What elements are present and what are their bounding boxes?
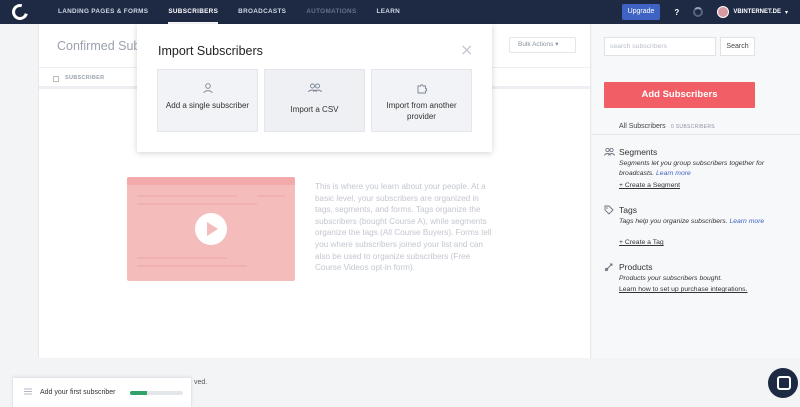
products-heading: Products bbox=[619, 262, 653, 272]
loading-spinner-icon bbox=[693, 7, 704, 17]
top-nav: LANDING PAGES & FORMS SUBSCRIBERS BROADC… bbox=[0, 0, 800, 24]
import-csv-option[interactable]: Import a CSV bbox=[264, 69, 365, 132]
purchase-integrations-link[interactable]: Learn how to set up purchase integration… bbox=[619, 286, 747, 293]
chevron-down-icon[interactable]: ▾ bbox=[785, 9, 788, 16]
sidebar: Search Add Subscribers All Subscribers 0… bbox=[592, 24, 800, 358]
segments-description: Segments let you group subscribers toget… bbox=[619, 159, 769, 179]
search-button[interactable]: Search bbox=[720, 37, 755, 56]
bulk-actions-dropdown[interactable]: Bulk Actions ▾ bbox=[509, 37, 576, 53]
segments-heading: Segments bbox=[619, 147, 658, 157]
nav-item-learn[interactable]: LEARN bbox=[377, 0, 401, 24]
option-label: Add a single subscriber bbox=[165, 101, 250, 110]
import-subscribers-modal: Import Subscribers × Add a single subscr… bbox=[137, 24, 492, 152]
add-subscribers-button[interactable]: Add Subscribers bbox=[604, 82, 755, 108]
video-thumbnail-line bbox=[137, 195, 237, 197]
tags-section: Tags Tags help you organize subscribers.… bbox=[604, 205, 784, 250]
import-from-provider-option[interactable]: Import from another provider bbox=[371, 69, 472, 132]
nav-item-subscribers[interactable]: SUBSCRIBERS bbox=[168, 0, 218, 24]
checklist-progress-bar bbox=[130, 391, 183, 395]
intro-video-thumbnail[interactable] bbox=[127, 177, 295, 281]
segments-section: Segments Segments let you group subscrib… bbox=[604, 147, 784, 192]
play-icon[interactable] bbox=[195, 213, 227, 245]
nav-item-landing-pages[interactable]: LANDING PAGES & FORMS bbox=[58, 0, 148, 24]
avatar[interactable] bbox=[717, 6, 730, 18]
option-label: Import a CSV bbox=[290, 105, 339, 114]
puzzle-icon bbox=[372, 82, 471, 97]
list-icon bbox=[24, 388, 32, 397]
tag-icon bbox=[604, 205, 614, 218]
users-icon bbox=[265, 82, 364, 97]
footer: ved. Add your first subscriber bbox=[0, 358, 800, 407]
products-description: Products your subscribers bought. bbox=[619, 275, 723, 282]
all-subscribers-row[interactable]: All Subscribers 0 SUBSCRIBERS bbox=[592, 121, 800, 135]
tags-learn-more-link[interactable]: Learn more bbox=[729, 218, 764, 225]
checklist-label: Add your first subscriber bbox=[40, 389, 116, 396]
user-icon bbox=[158, 82, 257, 97]
tags-desc-text: Tags help you organize subscribers. bbox=[619, 218, 728, 225]
logo-icon[interactable] bbox=[9, 1, 31, 23]
segments-icon bbox=[604, 147, 615, 159]
add-single-subscriber-option[interactable]: Add a single subscriber bbox=[157, 69, 258, 132]
segments-learn-more-link[interactable]: Learn more bbox=[656, 170, 691, 177]
create-tag-link[interactable]: + Create a Tag bbox=[619, 239, 664, 246]
account-name[interactable]: VBINTERNET.DE bbox=[733, 9, 781, 15]
nav-item-automations[interactable]: AUTOMATIONS bbox=[306, 0, 356, 24]
help-icon[interactable]: ? bbox=[674, 8, 679, 17]
checklist-progress-fill bbox=[130, 391, 148, 395]
nav-item-broadcasts[interactable]: BROADCASTS bbox=[238, 0, 286, 24]
modal-title: Import Subscribers bbox=[158, 44, 263, 58]
video-thumbnail-line bbox=[257, 195, 285, 197]
subscriber-count: 0 SUBSCRIBERS bbox=[671, 124, 715, 130]
nav-right: Upgrade ? VBINTERNET.DE ▾ bbox=[621, 0, 800, 24]
option-label: Import from another provider bbox=[386, 101, 457, 121]
close-icon[interactable]: × bbox=[460, 40, 473, 59]
select-all-checkbox[interactable] bbox=[53, 76, 59, 82]
tags-heading: Tags bbox=[619, 205, 637, 215]
search-input[interactable] bbox=[604, 37, 716, 56]
segments-desc-text: Segments let you group subscribers toget… bbox=[619, 160, 765, 177]
saved-status-text: ved. bbox=[194, 379, 208, 386]
tags-description: Tags help you organize subscribers. Lear… bbox=[619, 217, 769, 227]
products-icon bbox=[604, 262, 614, 275]
upgrade-button[interactable]: Upgrade bbox=[621, 4, 661, 20]
all-subscribers-label[interactable]: All Subscribers bbox=[619, 123, 666, 130]
video-thumbnail-header bbox=[127, 177, 295, 185]
page-title: Confirmed Sub bbox=[57, 39, 141, 53]
nav-menu: LANDING PAGES & FORMS SUBSCRIBERS BROADC… bbox=[58, 0, 420, 24]
video-thumbnail-line bbox=[137, 203, 257, 205]
create-segment-link[interactable]: + Create a Segment bbox=[619, 182, 680, 189]
video-thumbnail-line bbox=[137, 265, 247, 267]
onboarding-checklist[interactable]: Add your first subscriber bbox=[12, 377, 192, 407]
column-subscriber: SUBSCRIBER bbox=[65, 75, 105, 81]
chat-icon[interactable] bbox=[768, 368, 798, 398]
intro-text: This is where you learn about your peopl… bbox=[315, 182, 492, 273]
video-thumbnail-line bbox=[137, 257, 227, 259]
products-section: Products Products your subscribers bough… bbox=[604, 262, 784, 302]
